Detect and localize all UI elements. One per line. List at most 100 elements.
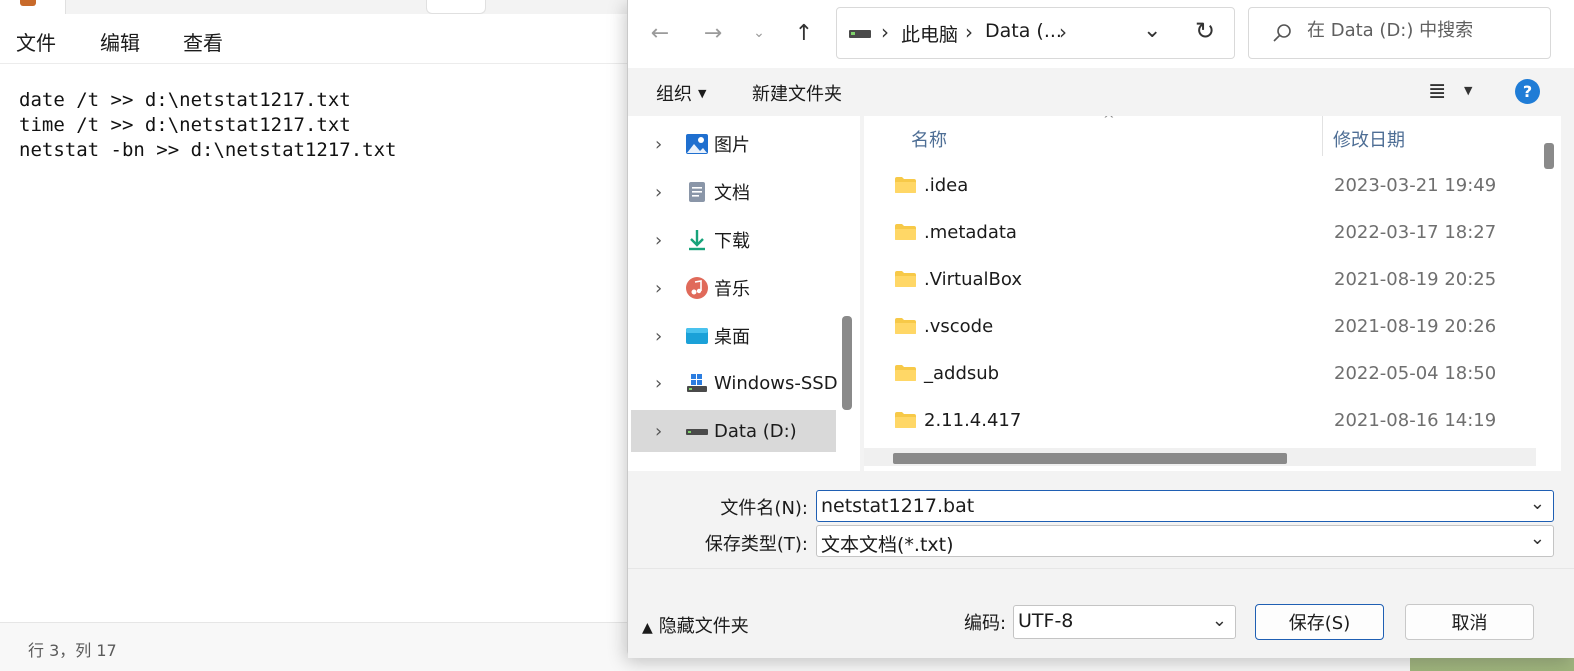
- chevron-right-icon[interactable]: ›: [655, 373, 662, 394]
- tree-item-downloads[interactable]: › 下载: [631, 219, 836, 261]
- search-input[interactable]: [1307, 20, 1542, 41]
- file-name: .VirtualBox: [924, 269, 1022, 290]
- editor-line: netstat -bn >> d:\netstat1217.txt: [19, 139, 397, 161]
- folder-icon: [895, 365, 916, 381]
- column-header-name[interactable]: 名称: [911, 126, 947, 152]
- caret-down-icon[interactable]: ▼: [1464, 84, 1472, 97]
- view-list-icon[interactable]: ≣: [1428, 79, 1446, 104]
- chevron-right-icon[interactable]: ›: [655, 326, 662, 347]
- filetype-select[interactable]: 文本文档(*.txt) ⌄: [816, 525, 1554, 557]
- tree-item-desktop[interactable]: › 桌面: [631, 315, 836, 357]
- file-row[interactable]: .idea 2023-03-21 19:49: [864, 164, 1536, 210]
- tab-other[interactable]: [426, 0, 486, 14]
- hide-folders-label: 隐藏文件夹: [658, 616, 749, 637]
- refresh-icon[interactable]: ↻: [1195, 17, 1215, 45]
- command-bar: 组织 ▼ 新建文件夹 ≣ ▼: [628, 68, 1574, 116]
- chevron-right-icon: ›: [881, 20, 889, 44]
- tree-item-label: 桌面: [714, 327, 750, 348]
- address-dropdown-chevron-icon[interactable]: ⌄: [1143, 18, 1161, 43]
- chevron-right-icon[interactable]: ›: [655, 230, 662, 251]
- drive-icon: [849, 30, 871, 38]
- windows-drive-icon: [687, 374, 707, 392]
- file-row[interactable]: .VirtualBox 2021-08-19 20:25: [864, 258, 1536, 304]
- menu-edit[interactable]: 编辑: [96, 25, 144, 58]
- text-editor[interactable]: date /t >> d:\netstat1217.txt time /t >> …: [19, 88, 619, 163]
- file-row[interactable]: .metadata 2022-03-17 18:27: [864, 211, 1536, 257]
- forward-arrow-icon[interactable]: →: [698, 18, 728, 48]
- organize-label: 组织: [656, 84, 692, 105]
- save-button[interactable]: 保存(S): [1255, 604, 1384, 640]
- tree-item-label: 音乐: [714, 279, 750, 300]
- file-list: ^ 名称 修改日期 .idea 2023-03-21 19:49 .metadata…: [864, 116, 1561, 471]
- chevron-right-icon[interactable]: ›: [655, 134, 662, 155]
- tree-item-music[interactable]: › 音乐: [631, 267, 836, 309]
- encoding-value: UTF-8: [1018, 610, 1074, 632]
- file-row[interactable]: .vscode 2021-08-19 20:26: [864, 305, 1536, 351]
- tree-item-pictures[interactable]: › 图片: [631, 123, 836, 165]
- recent-locations-chevron-icon[interactable]: ⌄: [744, 18, 774, 48]
- horizontal-scrollbar-thumb[interactable]: [893, 453, 1287, 464]
- search-icon: [1273, 24, 1291, 42]
- tree-item-label: Windows-SSD: [714, 372, 838, 394]
- documents-icon: [689, 182, 705, 202]
- downloads-icon: [689, 230, 705, 251]
- file-row[interactable]: _addsub 2022-05-04 18:50: [864, 352, 1536, 398]
- encoding-select[interactable]: UTF-8 ⌄: [1013, 605, 1236, 639]
- tree-item-windows-ssd[interactable]: › Windows-SSD: [631, 362, 838, 404]
- tree-item-label: 文档: [714, 183, 750, 204]
- up-arrow-icon[interactable]: ↑: [789, 18, 819, 48]
- organize-menu[interactable]: 组织 ▼: [656, 80, 706, 106]
- file-date: 2021-08-19 20:26: [1334, 316, 1497, 337]
- desktop-icon: [686, 328, 708, 344]
- chevron-right-icon: ›: [965, 20, 973, 44]
- search-box[interactable]: [1248, 7, 1551, 59]
- tree-item-label: 图片: [714, 135, 750, 156]
- folder-icon: [895, 318, 916, 334]
- help-icon[interactable]: ?: [1515, 79, 1540, 104]
- file-name: _addsub: [924, 363, 1000, 384]
- chevron-up-icon: ▲: [642, 620, 653, 636]
- column-header-modified[interactable]: 修改日期: [1333, 126, 1405, 152]
- column-divider[interactable]: [1322, 116, 1323, 156]
- file-date: 2023-03-21 19:49: [1334, 175, 1497, 196]
- cursor-position: 行 3，列 17: [28, 641, 117, 660]
- filename-input[interactable]: netstat1217.bat: [821, 495, 974, 517]
- navigation-bar: ← → ⌄ ↑ › 此电脑 › Data (... › ⌄ ↻: [628, 0, 1574, 68]
- editor-line: time /t >> d:\netstat1217.txt: [19, 114, 351, 136]
- breadcrumb-this-pc[interactable]: 此电脑: [901, 20, 958, 47]
- sort-ascending-icon: ^: [1103, 116, 1115, 128]
- address-bar[interactable]: › 此电脑 › Data (... › ⌄ ↻: [836, 7, 1235, 59]
- chevron-down-icon[interactable]: ⌄: [1212, 610, 1227, 631]
- file-name: .metadata: [924, 222, 1017, 243]
- vertical-scrollbar-thumb[interactable]: [1544, 143, 1554, 169]
- chevron-right-icon[interactable]: ›: [1059, 20, 1067, 44]
- menu-view[interactable]: 查看: [179, 25, 227, 58]
- file-row[interactable]: 2.11.4.417 2021-08-16 14:19: [864, 399, 1536, 445]
- tree-item-documents[interactable]: › 文档: [631, 171, 836, 213]
- hide-folders-toggle[interactable]: ▲ 隐藏文件夹: [642, 612, 749, 638]
- filename-field[interactable]: netstat1217.bat ⌄: [816, 490, 1554, 522]
- folder-icon: [895, 271, 916, 287]
- filetype-label: 保存类型(T):: [704, 534, 808, 555]
- chevron-right-icon[interactable]: ›: [655, 421, 662, 442]
- navigation-scrollbar[interactable]: [842, 316, 852, 410]
- drive-icon: [686, 429, 708, 435]
- chevron-right-icon[interactable]: ›: [655, 182, 662, 203]
- filetype-value: 文本文档(*.txt): [821, 534, 954, 556]
- cancel-button[interactable]: 取消: [1405, 604, 1534, 640]
- new-folder-button[interactable]: 新建文件夹: [752, 80, 842, 106]
- chevron-down-icon[interactable]: ⌄: [1530, 528, 1545, 549]
- menu-file[interactable]: 文件: [12, 25, 60, 58]
- notepad-app-icon: [20, 0, 36, 6]
- music-icon: [686, 277, 708, 299]
- file-date: 2021-08-19 20:25: [1334, 269, 1497, 290]
- editor-line: date /t >> d:\netstat1217.txt: [19, 89, 351, 111]
- file-name: .vscode: [924, 316, 994, 337]
- pictures-icon: [686, 134, 708, 154]
- back-arrow-icon[interactable]: ←: [645, 18, 675, 48]
- tab-current[interactable]: [0, 0, 66, 14]
- breadcrumb-data-drive[interactable]: Data (...: [985, 20, 1062, 42]
- chevron-down-icon[interactable]: ⌄: [1530, 493, 1545, 514]
- tree-item-data-drive[interactable]: › Data (D:): [631, 410, 836, 452]
- chevron-right-icon[interactable]: ›: [655, 278, 662, 299]
